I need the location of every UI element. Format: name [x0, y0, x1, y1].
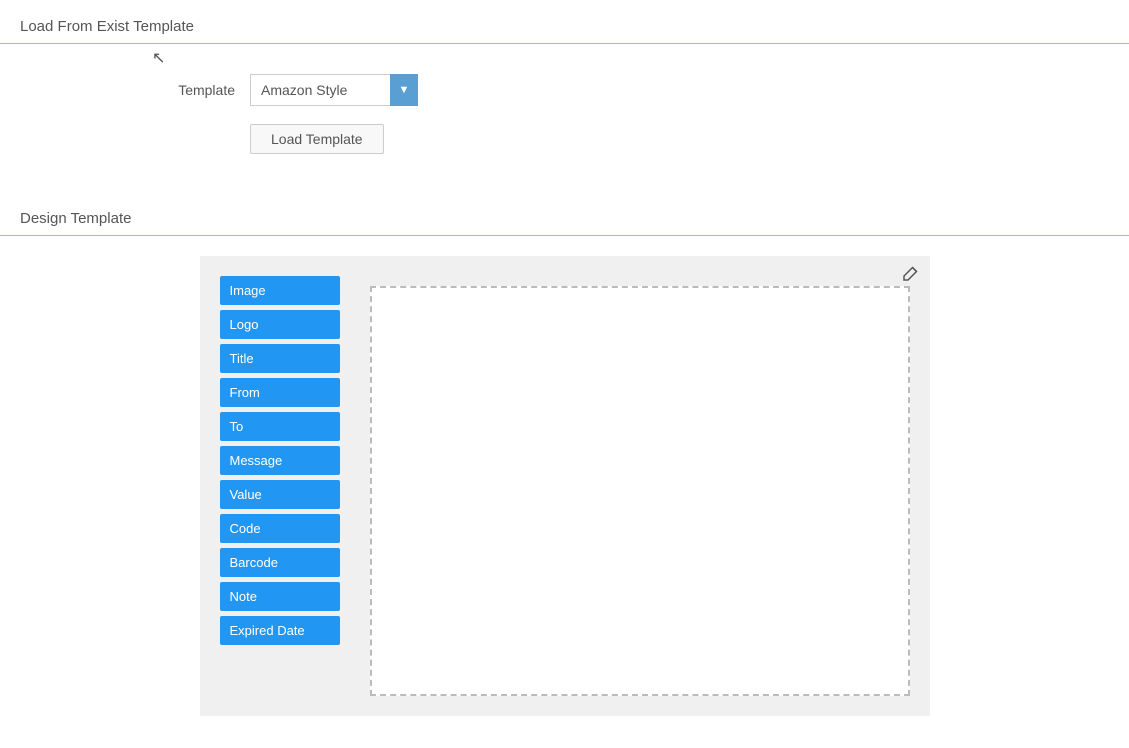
- design-canvas: Image Logo Title From To Message Value C…: [200, 256, 930, 716]
- element-btn-from[interactable]: From: [220, 378, 340, 407]
- element-btn-code[interactable]: Code: [220, 514, 340, 543]
- load-button-row: Load Template: [0, 116, 1129, 162]
- cursor-indicator: ↖: [152, 48, 165, 68]
- design-section-title: Design Template: [0, 192, 1129, 236]
- canvas-area: [370, 276, 910, 696]
- canvas-drop-area[interactable]: [370, 286, 910, 696]
- template-label: Template: [120, 82, 250, 98]
- template-dropdown[interactable]: Amazon Style Classic Style Modern Style: [250, 74, 390, 106]
- element-btn-title[interactable]: Title: [220, 344, 340, 373]
- element-btn-to[interactable]: To: [220, 412, 340, 441]
- load-template-button[interactable]: Load Template: [250, 124, 384, 154]
- element-btn-message[interactable]: Message: [220, 446, 340, 475]
- dropdown-arrow-btn[interactable]: ▼: [390, 74, 418, 106]
- elements-panel: Image Logo Title From To Message Value C…: [220, 276, 350, 696]
- edit-icon[interactable]: [902, 264, 920, 287]
- element-btn-barcode[interactable]: Barcode: [220, 548, 340, 577]
- load-exist-template-section: Load From Exist Template ↖ Template Amaz…: [0, 0, 1129, 192]
- template-select-wrapper: Amazon Style Classic Style Modern Style …: [250, 74, 418, 106]
- element-btn-expired-date[interactable]: Expired Date: [220, 616, 340, 645]
- design-template-section: Design Template Image Logo Title From To…: [0, 192, 1129, 716]
- design-canvas-wrapper: Image Logo Title From To Message Value C…: [0, 256, 1129, 716]
- element-btn-image[interactable]: Image: [220, 276, 340, 305]
- template-form-row: Template Amazon Style Classic Style Mode…: [0, 64, 1129, 116]
- element-btn-note[interactable]: Note: [220, 582, 340, 611]
- element-btn-value[interactable]: Value: [220, 480, 340, 509]
- load-section-title: Load From Exist Template: [0, 0, 1129, 44]
- element-btn-logo[interactable]: Logo: [220, 310, 340, 339]
